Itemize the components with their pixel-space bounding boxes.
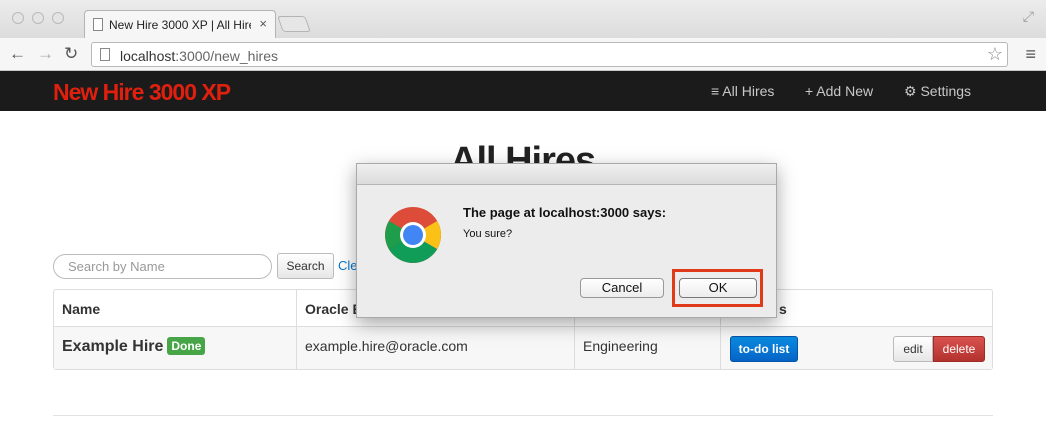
todo-list-button[interactable]: to-do list	[730, 336, 798, 362]
status-badge: Done	[167, 337, 206, 355]
dialog-message: You sure?	[463, 228, 513, 240]
column-divider	[296, 290, 297, 369]
nav-add-new[interactable]: + Add New	[805, 83, 873, 99]
new-tab-button[interactable]	[277, 16, 311, 32]
url-text: localhost:3000/new_hires	[120, 48, 279, 64]
forward-icon[interactable]: →	[37, 44, 54, 64]
dialog-title: The page at localhost:3000 says:	[463, 205, 667, 220]
close-window-icon[interactable]	[12, 12, 24, 24]
page-icon	[100, 48, 110, 61]
search-input[interactable]: Search by Name	[53, 254, 272, 279]
menu-icon[interactable]: ≡	[1025, 44, 1036, 65]
fullscreen-icon[interactable]: ⤢	[1023, 8, 1034, 25]
confirm-dialog: The page at localhost:3000 says: You sur…	[356, 163, 777, 318]
delete-button[interactable]: delete	[933, 336, 985, 362]
back-icon[interactable]: ←	[9, 44, 26, 64]
nav-all-hires[interactable]: ≡ All Hires	[711, 83, 774, 99]
bookmark-star-icon[interactable]: ☆	[987, 44, 1003, 65]
cancel-button[interactable]: Cancel	[580, 278, 664, 298]
header-oracle-email: Oracle E	[305, 301, 362, 317]
browser-tab[interactable]: New Hire 3000 XP | All Hires ×	[84, 10, 276, 38]
search-button[interactable]: Search	[277, 253, 334, 279]
reload-icon[interactable]: ↻	[64, 44, 78, 64]
browser-toolbar: ← → ↻ localhost:3000/new_hires ☆ ≡	[0, 38, 1046, 71]
page-icon	[93, 18, 103, 31]
zoom-window-icon[interactable]	[52, 12, 64, 24]
clear-link[interactable]: Cle	[338, 258, 358, 273]
edit-button[interactable]: edit	[893, 336, 933, 362]
hire-department: Engineering	[583, 338, 658, 354]
nav-settings[interactable]: ⚙ Settings	[904, 83, 971, 100]
divider	[53, 415, 993, 416]
table-row: Example Hire Done example.hire@oracle.com…	[54, 327, 992, 369]
address-bar[interactable]: localhost:3000/new_hires ☆	[91, 42, 1008, 67]
header-name: Name	[62, 301, 101, 317]
tab-title: New Hire 3000 XP | All Hires	[109, 18, 251, 32]
hire-email: example.hire@oracle.com	[305, 338, 468, 354]
ok-button[interactable]: OK	[679, 278, 757, 298]
chrome-logo-icon	[385, 207, 441, 263]
brand-logo[interactable]: New Hire 3000 XP	[53, 79, 231, 106]
minimize-window-icon[interactable]	[32, 12, 44, 24]
header-actions: s	[779, 301, 787, 317]
hire-name[interactable]: Example Hire Done	[62, 337, 206, 356]
dialog-titlebar	[357, 164, 776, 185]
site-navbar: New Hire 3000 XP ≡ All Hires + Add New ⚙…	[0, 71, 1046, 111]
tab-close-icon[interactable]: ×	[259, 16, 267, 31]
browser-titlebar: New Hire 3000 XP | All Hires × ⤢	[0, 0, 1046, 38]
